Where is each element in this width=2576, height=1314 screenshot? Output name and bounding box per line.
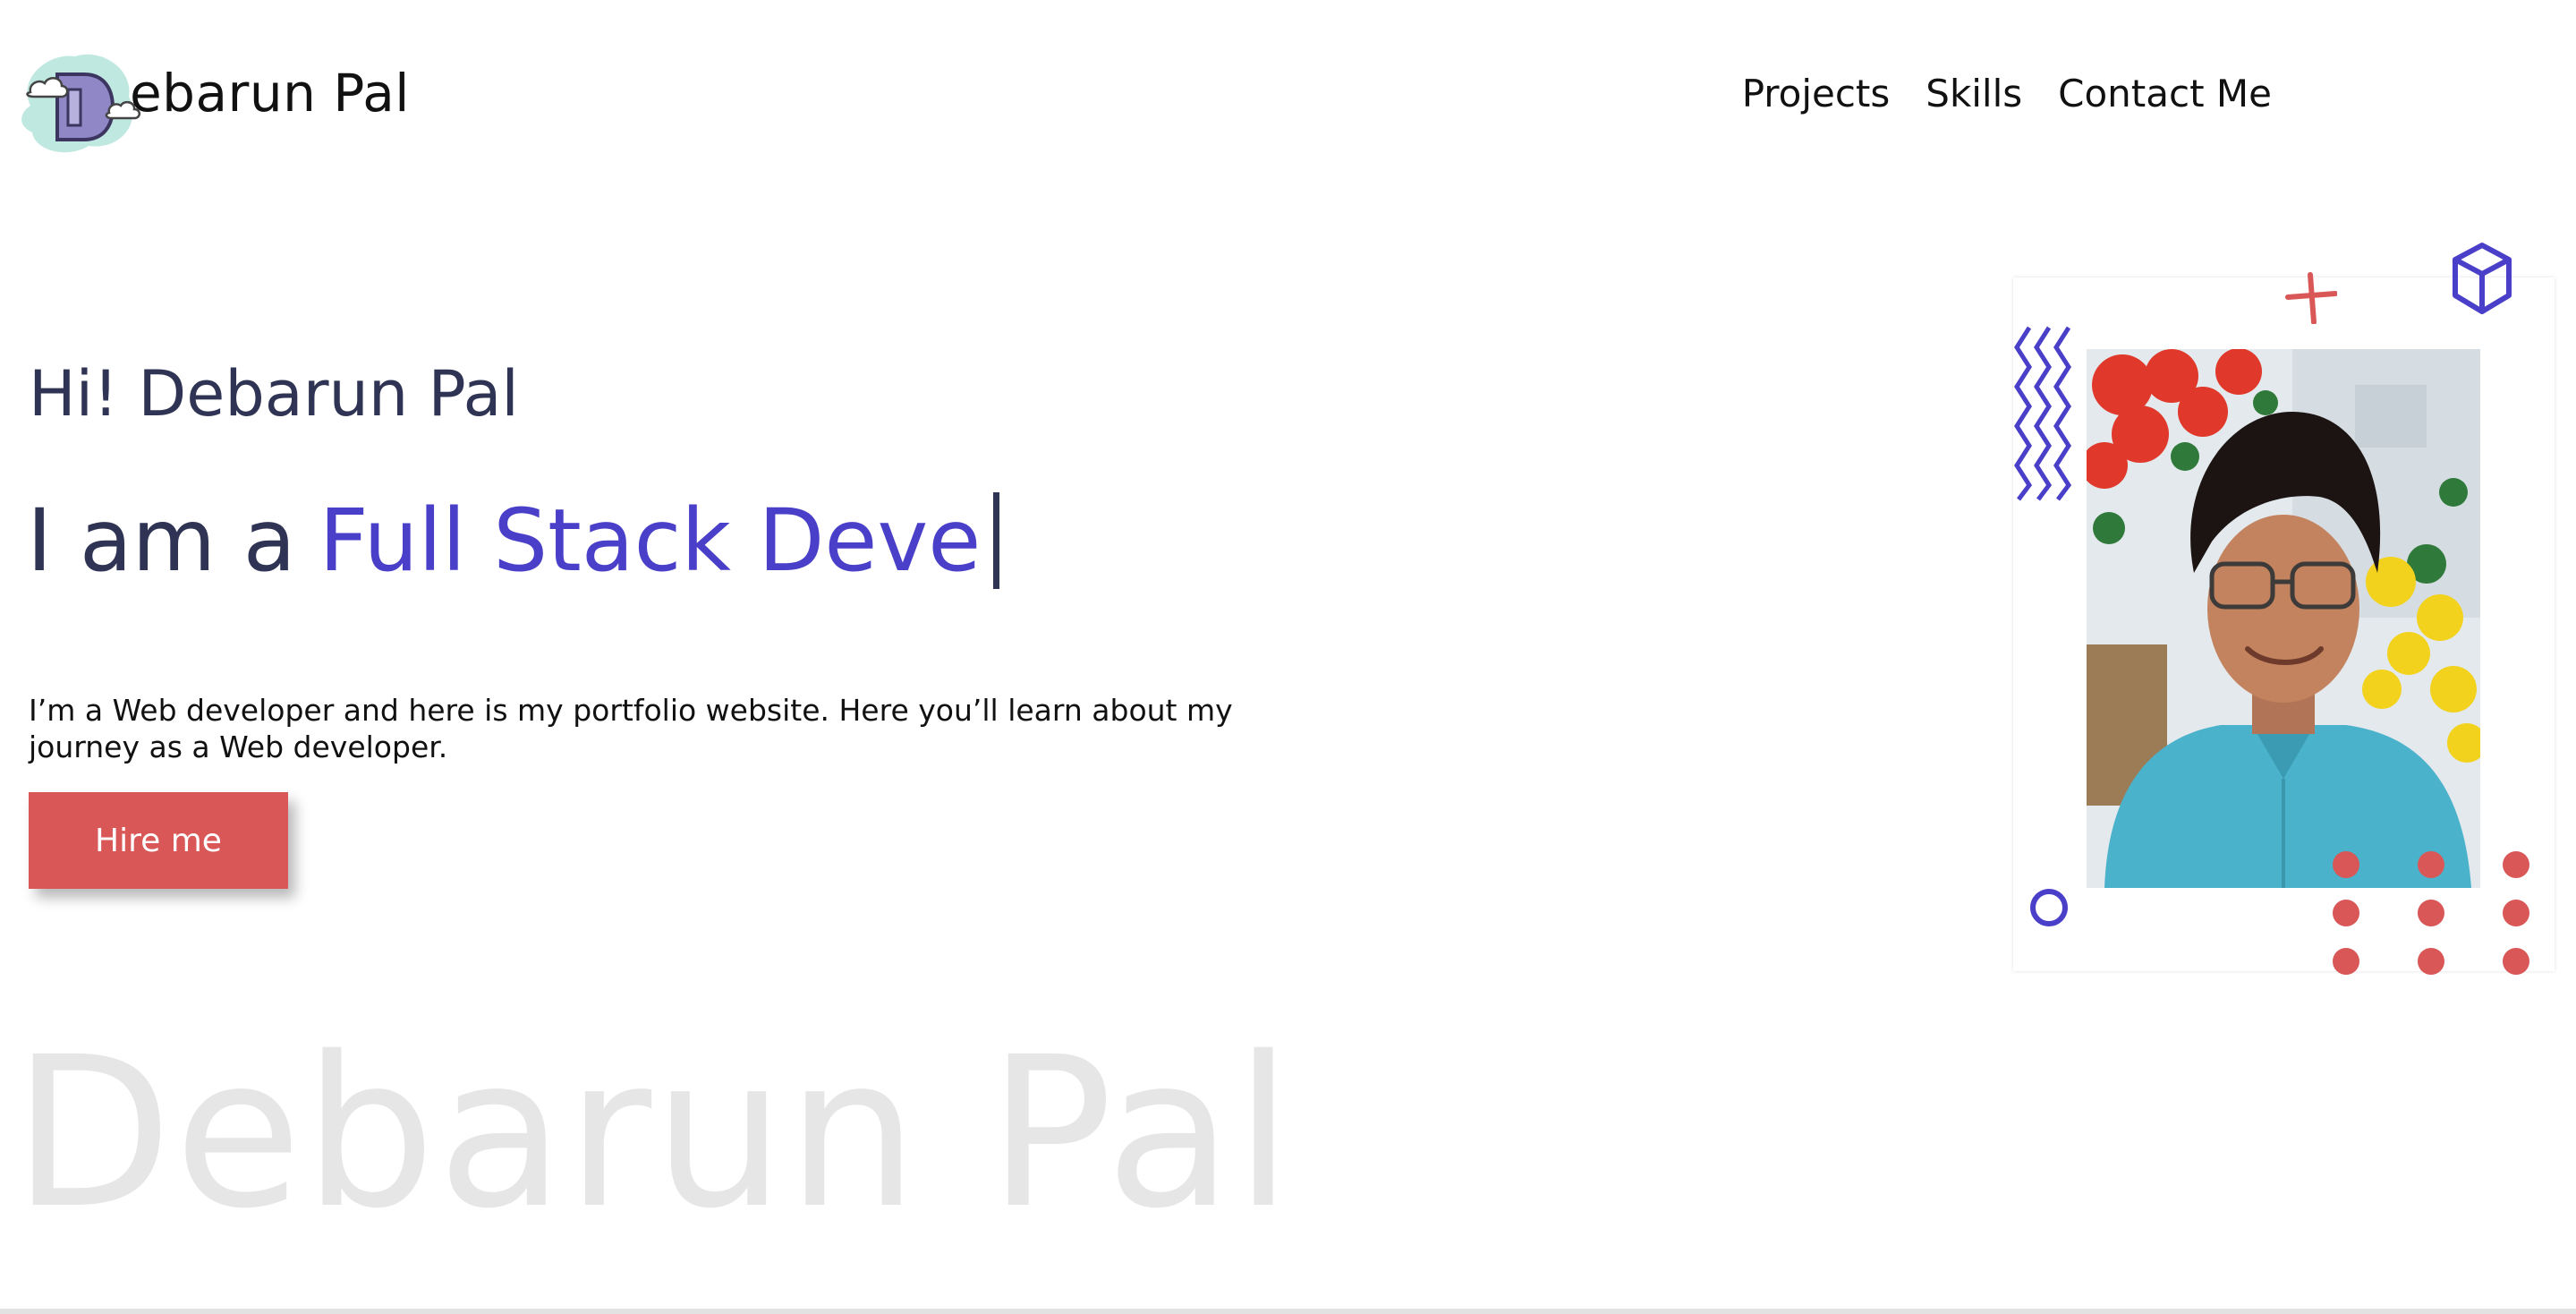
nav-skills[interactable]: Skills <box>1926 72 2022 115</box>
page-bottom-divider <box>0 1309 2576 1314</box>
circle-icon <box>2030 889 2068 926</box>
typing-caret <box>993 492 1000 589</box>
dot-grid-icon <box>2333 851 2529 975</box>
name-watermark: Debarun Pal <box>13 1012 1295 1254</box>
cube-icon <box>2453 243 2512 314</box>
profile-photo-card <box>2013 243 2555 975</box>
headline-prefix: I am a <box>27 491 296 591</box>
headline-typed-role: Full Stack Deve <box>319 491 982 591</box>
hire-me-button[interactable]: Hire me <box>29 792 288 889</box>
zigzag-icon <box>2014 326 2072 501</box>
nav-projects[interactable]: Projects <box>1742 72 1891 115</box>
profile-photo <box>2087 349 2480 888</box>
cloud-letter-d-logo-icon <box>21 54 140 153</box>
main-nav: Projects Skills Contact Me <box>1742 72 2272 115</box>
site-logo[interactable]: ebarun Pal <box>0 36 412 161</box>
hero-headline: I am a Full Stack Deve <box>27 491 1000 591</box>
hero-greeting: Hi! Debarun Pal <box>29 357 519 431</box>
logo-text: ebarun Pal <box>130 63 410 124</box>
plus-icon <box>2285 272 2337 324</box>
nav-contact-me[interactable]: Contact Me <box>2058 72 2272 115</box>
intro-paragraph: I’m a Web developer and here is my portf… <box>29 693 1233 764</box>
